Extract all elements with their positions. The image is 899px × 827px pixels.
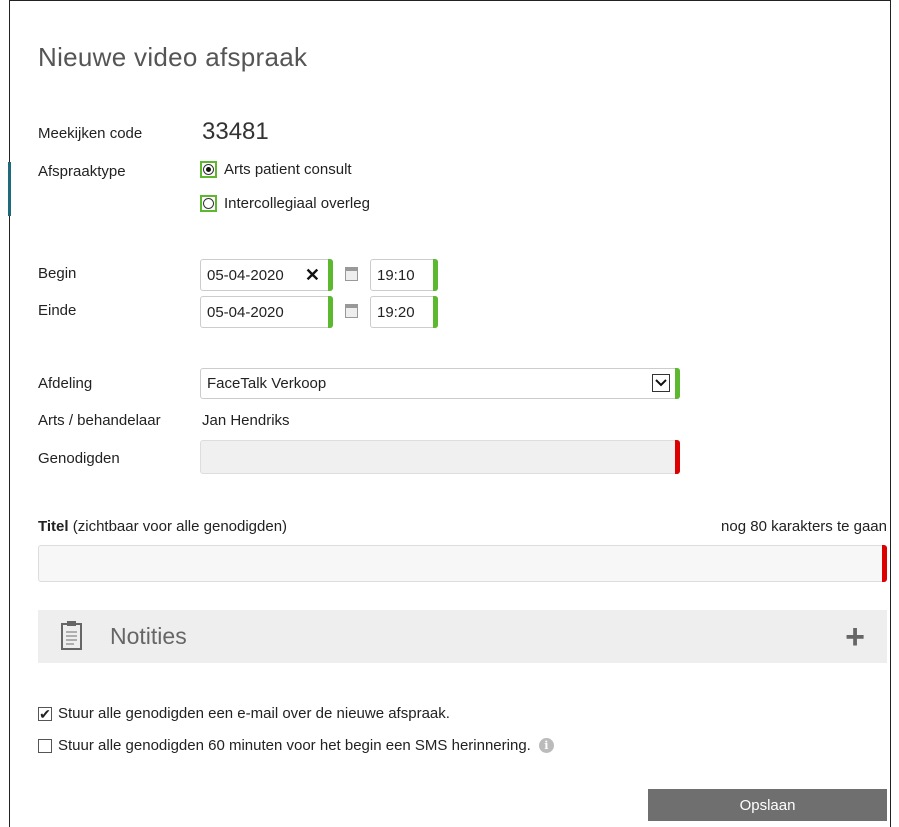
titel-label: Titel (zichtbaar voor alle genodigden) xyxy=(38,518,287,535)
valid-indicator xyxy=(433,296,438,328)
radio-arts-patient-consult[interactable]: Arts patient consult xyxy=(200,161,352,178)
save-button[interactable]: Opslaan xyxy=(648,789,887,821)
sms-checkbox[interactable] xyxy=(38,738,52,753)
chevron-down-icon[interactable] xyxy=(652,374,670,392)
clear-icon[interactable]: ✕ xyxy=(305,265,320,286)
begin-time-value: 19:10 xyxy=(377,266,415,284)
invalid-indicator xyxy=(675,440,680,474)
begin-date-value: 05-04-2020 xyxy=(207,266,284,284)
checkmark-icon: ✔ xyxy=(39,705,51,722)
radio-intercollegiaal-overleg[interactable]: Intercollegiaal overleg xyxy=(200,195,370,212)
calendar-icon[interactable] xyxy=(345,267,358,281)
calendar-icon[interactable] xyxy=(345,304,358,318)
afspraaktype-label: Afspraaktype xyxy=(38,163,126,180)
invalid-indicator xyxy=(882,545,887,582)
titel-label-bold: Titel xyxy=(38,518,69,535)
info-icon[interactable]: i xyxy=(538,738,554,753)
email-option[interactable]: ✔ Stuur alle genodigden een e-mail over … xyxy=(38,705,450,722)
arts-label: Arts / behandelaar xyxy=(38,412,161,429)
dialog-title: Nieuwe video afspraak xyxy=(38,42,308,72)
radio-button-selected[interactable] xyxy=(200,161,217,178)
genodigden-label: Genodigden xyxy=(38,450,120,467)
titel-input[interactable] xyxy=(38,545,887,582)
afdeling-select[interactable]: FaceTalk Verkoop xyxy=(200,368,680,399)
afdeling-value: FaceTalk Verkoop xyxy=(207,375,327,392)
notities-title: Notities xyxy=(110,623,187,649)
left-accent-bar xyxy=(8,162,11,216)
radio-button[interactable] xyxy=(200,195,217,212)
meekijken-code-value: 33481 xyxy=(202,118,269,145)
titel-char-counter: nog 80 karakters te gaan xyxy=(721,518,887,535)
radio-label: Intercollegiaal overleg xyxy=(224,195,370,212)
radio-label: Arts patient consult xyxy=(224,161,352,178)
meekijken-label: Meekijken code xyxy=(38,125,143,142)
valid-indicator xyxy=(328,259,333,291)
clipboard-icon xyxy=(61,621,82,650)
begin-time-input[interactable]: 19:10 xyxy=(370,259,438,291)
notities-panel[interactable]: Notities + xyxy=(38,610,887,663)
valid-indicator xyxy=(433,259,438,291)
titel-label-rest: (zichtbaar voor alle genodigden) xyxy=(68,518,288,535)
einde-date-value: 05-04-2020 xyxy=(207,303,284,321)
genodigden-input[interactable] xyxy=(200,440,680,474)
arts-value: Jan Hendriks xyxy=(202,412,290,429)
begin-label: Begin xyxy=(38,265,77,282)
einde-label: Einde xyxy=(38,302,77,319)
einde-time-value: 19:20 xyxy=(377,303,415,321)
valid-indicator xyxy=(328,296,333,328)
einde-time-input[interactable]: 19:20 xyxy=(370,296,438,328)
email-option-label: Stuur alle genodigden een e-mail over de… xyxy=(58,705,450,722)
einde-date-input[interactable]: 05-04-2020 xyxy=(200,296,333,328)
email-checkbox[interactable]: ✔ xyxy=(38,705,52,722)
sms-option[interactable]: Stuur alle genodigden 60 minuten voor he… xyxy=(38,737,554,754)
begin-date-input[interactable]: 05-04-2020 ✕ xyxy=(200,259,333,291)
valid-indicator xyxy=(675,368,680,399)
sms-option-label: Stuur alle genodigden 60 minuten voor he… xyxy=(58,737,531,754)
afdeling-label: Afdeling xyxy=(38,375,93,392)
plus-icon[interactable]: + xyxy=(845,620,865,654)
